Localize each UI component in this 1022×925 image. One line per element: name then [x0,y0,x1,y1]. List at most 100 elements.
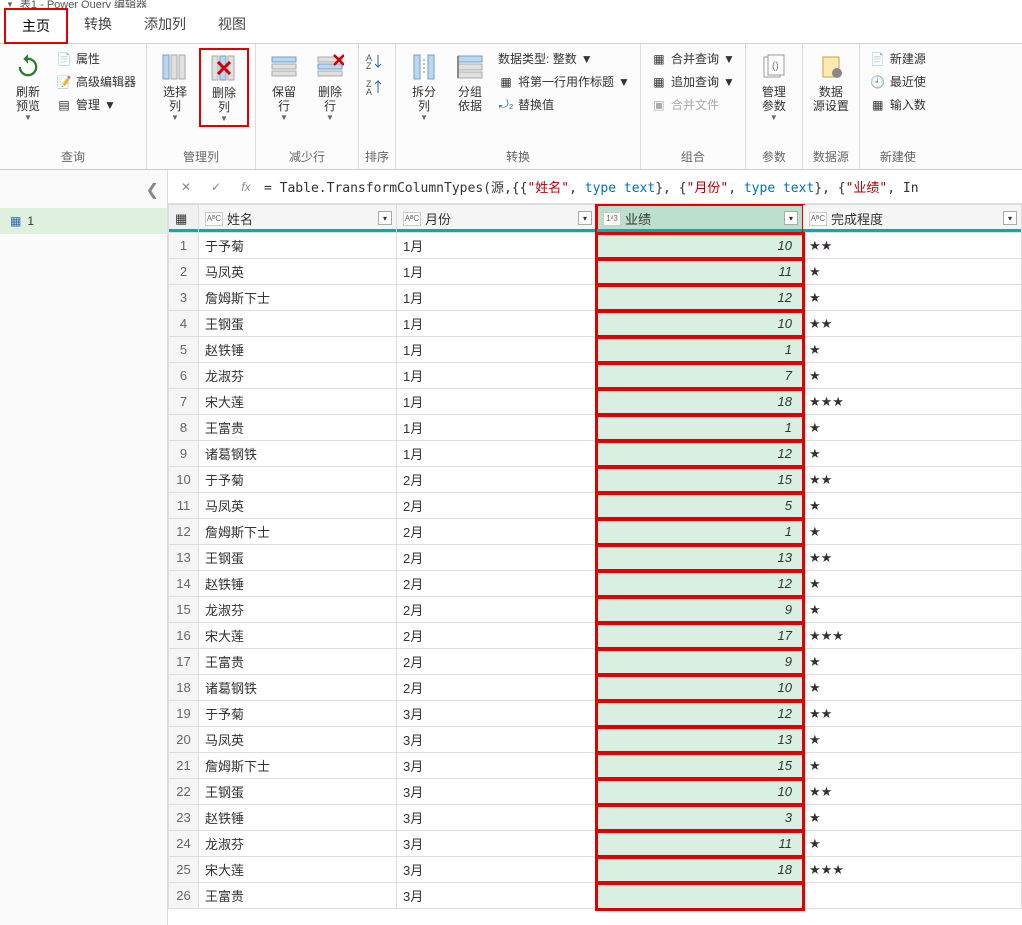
table-row[interactable]: 16宋大莲2月17★★★ [169,623,1022,649]
filter-icon[interactable]: ▾ [578,211,592,225]
cell[interactable]: 1 [597,415,803,441]
data-source-settings-button[interactable]: 数据 源设置 [809,48,853,117]
manage-parameters-button[interactable]: () 管理 参数 ▼ [752,48,796,125]
recent-sources-button[interactable]: 🕘最近使 [866,71,930,92]
row-number[interactable]: 3 [169,285,199,311]
row-number[interactable]: 14 [169,571,199,597]
table-row[interactable]: 22王钢蛋3月10★★ [169,779,1022,805]
cell[interactable]: ★★ [803,701,1022,727]
formula-input[interactable]: = Table.TransformColumnTypes(源,{{"姓名", t… [264,177,1016,196]
cell[interactable]: ★ [803,363,1022,389]
row-number[interactable]: 18 [169,675,199,701]
cell[interactable]: 2月 [397,545,597,571]
table-row[interactable]: 9诸葛钢铁1月12★ [169,441,1022,467]
cell[interactable]: 王富贵 [199,883,397,909]
cell[interactable]: 15 [597,753,803,779]
cell[interactable]: ★★ [803,233,1022,259]
table-row[interactable]: 5赵铁锤1月1★ [169,337,1022,363]
table-row[interactable]: 13王钢蛋2月13★★ [169,545,1022,571]
fx-icon[interactable]: fx [234,175,258,199]
row-number[interactable]: 17 [169,649,199,675]
table-row[interactable]: 17王富贵2月9★ [169,649,1022,675]
advanced-editor-button[interactable]: 📝高级编辑器 [52,71,140,92]
cell[interactable]: 宋大莲 [199,389,397,415]
cell[interactable]: 王钢蛋 [199,779,397,805]
query-item[interactable]: ▦ 1 [0,208,167,234]
cell[interactable]: 宋大莲 [199,623,397,649]
cell[interactable]: 宋大莲 [199,857,397,883]
cell[interactable]: 10 [597,233,803,259]
cell[interactable]: 18 [597,389,803,415]
cell[interactable]: 1月 [397,389,597,415]
cell[interactable]: ★ [803,519,1022,545]
table-row[interactable]: 4王钢蛋1月10★★ [169,311,1022,337]
filter-icon[interactable]: ▾ [378,211,392,225]
choose-columns-button[interactable]: 选择 列 ▼ [153,48,197,125]
cell[interactable]: 于予菊 [199,701,397,727]
number-type-icon[interactable]: 1²3 [603,212,621,226]
row-number[interactable]: 1 [169,233,199,259]
cell[interactable]: 3 [597,805,803,831]
keep-rows-button[interactable]: 保留 行 ▼ [262,48,306,125]
row-number[interactable]: 24 [169,831,199,857]
filter-icon[interactable]: ▾ [784,211,798,225]
cell[interactable]: 3月 [397,753,597,779]
text-type-icon[interactable]: AᴮC [809,212,827,226]
text-type-icon[interactable]: AᴮC [205,212,223,226]
cell[interactable]: 1月 [397,285,597,311]
cell[interactable]: ★ [803,649,1022,675]
table-row[interactable]: 14赵铁锤2月12★ [169,571,1022,597]
tab-home[interactable]: 主页 [4,8,68,44]
collapse-pane-icon[interactable]: ❮ [146,180,159,200]
cell[interactable]: 1月 [397,363,597,389]
tab-transform[interactable]: 转换 [68,8,128,40]
table-row[interactable]: 20马凤英3月13★ [169,727,1022,753]
cell[interactable]: 2月 [397,519,597,545]
cell[interactable]: 10 [597,779,803,805]
cell[interactable] [803,883,1022,909]
table-row[interactable]: 1于予菊1月10★★ [169,233,1022,259]
row-number[interactable]: 26 [169,883,199,909]
column-header-completion[interactable]: AᴮC完成程度▾ [803,205,1022,233]
tab-view[interactable]: 视图 [202,8,262,40]
cell[interactable]: 龙淑芬 [199,597,397,623]
column-header-name[interactable]: AᴮC姓名▾ [199,205,397,233]
cell[interactable]: ★ [803,753,1022,779]
tab-addcolumn[interactable]: 添加列 [128,8,202,40]
cell[interactable]: 13 [597,727,803,753]
cell[interactable]: 王钢蛋 [199,545,397,571]
replace-values-button[interactable]: ⤾₂替换值 [494,94,634,115]
table-row[interactable]: 23赵铁锤3月3★ [169,805,1022,831]
cell[interactable]: ★ [803,597,1022,623]
cell[interactable]: 詹姆斯下士 [199,285,397,311]
manage-button[interactable]: ▤管理 ▼ [52,94,140,115]
cell[interactable]: 2月 [397,493,597,519]
cell[interactable]: ★ [803,493,1022,519]
row-number[interactable]: 25 [169,857,199,883]
data-grid[interactable]: ▦ AᴮC姓名▾ AᴮC月份▾ 1²3业绩▾ AᴮC完成程度▾ 1于予菊1月10… [168,204,1022,925]
row-number[interactable]: 5 [169,337,199,363]
row-number[interactable]: 16 [169,623,199,649]
column-header-score[interactable]: 1²3业绩▾ [597,205,803,233]
cell[interactable]: ★ [803,727,1022,753]
cell[interactable]: 2月 [397,597,597,623]
cell[interactable]: 1 [597,519,803,545]
cell[interactable]: ★ [803,337,1022,363]
cell[interactable]: ★★★ [803,389,1022,415]
cell[interactable]: 1月 [397,233,597,259]
row-number[interactable]: 4 [169,311,199,337]
column-header-month[interactable]: AᴮC月份▾ [397,205,597,233]
row-number[interactable]: 13 [169,545,199,571]
properties-button[interactable]: 📄属性 [52,48,140,69]
cell[interactable]: 龙淑芬 [199,363,397,389]
merge-queries-button[interactable]: ▦合并查询 ▼ [647,48,739,69]
row-number[interactable]: 6 [169,363,199,389]
row-number[interactable]: 12 [169,519,199,545]
cell[interactable]: 17 [597,623,803,649]
row-number[interactable]: 9 [169,441,199,467]
cell[interactable]: 12 [597,571,803,597]
table-row[interactable]: 11马凤英2月5★ [169,493,1022,519]
row-number[interactable]: 10 [169,467,199,493]
row-number[interactable]: 22 [169,779,199,805]
cell[interactable]: 3月 [397,805,597,831]
